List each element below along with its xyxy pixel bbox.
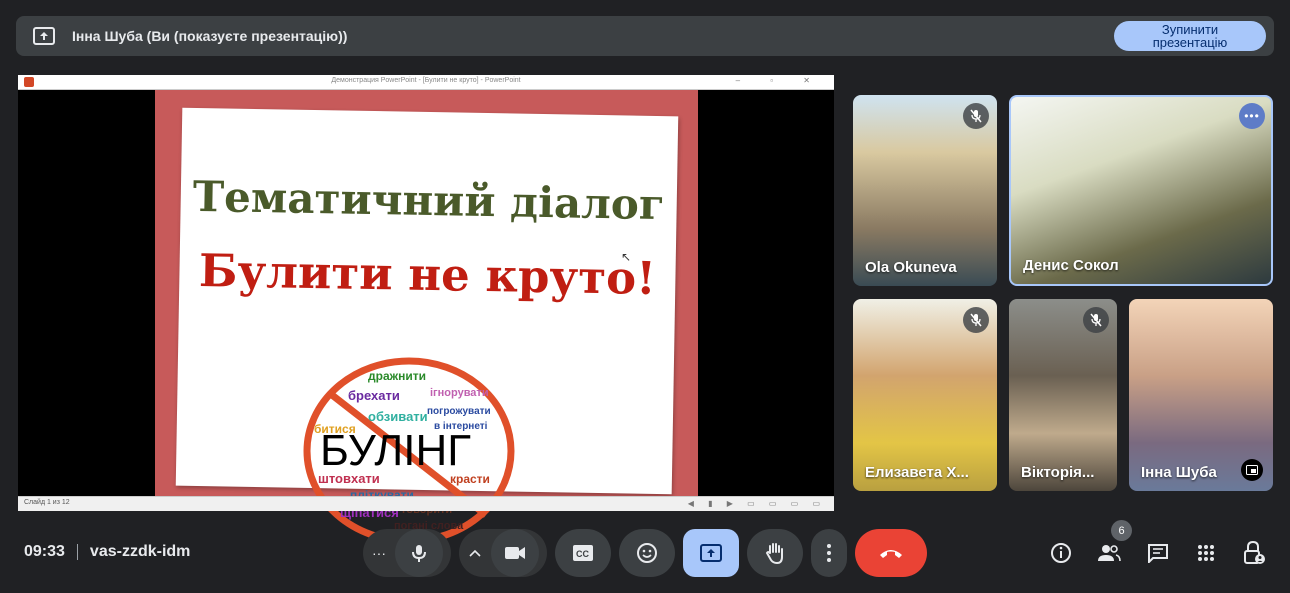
- presenting-screen-icon: [1241, 459, 1263, 481]
- presenting-label: Інна Шуба (Ви (показуєте презентацію)): [72, 28, 348, 44]
- word-5: обзивати: [368, 409, 428, 424]
- participant-count-badge: 6: [1111, 520, 1132, 541]
- participant-name: Вікторія...: [1021, 464, 1095, 481]
- emoji-button[interactable]: [619, 529, 675, 577]
- info-icon: [1051, 543, 1071, 563]
- audio-options-button[interactable]: ···: [363, 529, 395, 577]
- participant-name: Елизавета Х...: [865, 464, 969, 481]
- apps-grid-icon: [1198, 545, 1214, 561]
- microphone-icon: [412, 545, 426, 562]
- word-3: ігнорувати: [430, 387, 489, 399]
- camera-icon: [505, 547, 525, 559]
- participant-name: Денис Сокол: [1023, 257, 1119, 274]
- window-title: Демонстрация PowerPoint - [Булити не кру…: [331, 77, 521, 84]
- lock-person-icon: [1244, 541, 1265, 564]
- participant-tile-active[interactable]: ••• Денис Сокол: [1009, 95, 1273, 286]
- clock: 09:33: [24, 543, 65, 560]
- participant-name: Інна Шуба: [1141, 464, 1217, 481]
- more-vert-icon: [827, 544, 831, 562]
- chat-icon: [1148, 544, 1168, 563]
- stop-presenting-button[interactable]: Зупинити презентацію: [1114, 21, 1266, 51]
- slide-title-line1: Тематичний діалог: [192, 171, 666, 230]
- shared-screen: Демонстрация PowerPoint - [Булити не кру…: [18, 75, 834, 545]
- participant-tile[interactable]: Елизавета Х...: [853, 299, 997, 491]
- call-end-icon: [880, 550, 902, 558]
- participant-tile[interactable]: Вікторія...: [1009, 299, 1117, 491]
- presenting-banner: Інна Шуба (Ви (показуєте презентацію)) З…: [16, 16, 1274, 56]
- chevron-up-icon: [469, 549, 481, 557]
- closed-captions-icon: CC: [573, 545, 593, 561]
- more-options-icon[interactable]: •••: [1239, 103, 1265, 129]
- slideshow-controls[interactable]: ◀ ▮ ▶ ▭ ▭ ▭ ▭: [688, 499, 826, 508]
- meeting-code: vas-zzdk-idm: [89, 543, 191, 560]
- bullying-stop-sign: дражнити брехати ігнорувати погрожувати …: [303, 357, 515, 545]
- video-control-group: [459, 529, 547, 577]
- powerpoint-statusbar: Слайд 1 из 12 ◀ ▮ ▶ ▭ ▭ ▭ ▭: [18, 496, 834, 511]
- divider: [76, 544, 78, 560]
- word-1: дражнити: [368, 369, 426, 383]
- present-button[interactable]: [683, 529, 739, 577]
- activities-button[interactable]: [1194, 541, 1218, 565]
- present-to-all-icon: [32, 24, 56, 48]
- window-controls: – ▫ ✕: [735, 76, 824, 85]
- participant-tile[interactable]: Ola Okuneva: [853, 95, 997, 286]
- microphone-button[interactable]: [395, 529, 443, 577]
- emoji-icon: [637, 543, 657, 563]
- hand-icon: [765, 543, 783, 564]
- mic-off-icon: [963, 103, 989, 129]
- word-9: красти: [450, 472, 490, 486]
- word-8: штовхати: [318, 471, 380, 486]
- raise-hand-button[interactable]: [747, 529, 803, 577]
- powerpoint-titlebar: Демонстрация PowerPoint - [Булити не кру…: [18, 75, 834, 90]
- audio-control-group: ···: [363, 529, 451, 577]
- meeting-info-button[interactable]: [1049, 541, 1073, 565]
- chat-button[interactable]: [1146, 541, 1170, 565]
- center-word: БУЛІНГ: [320, 426, 471, 475]
- present-to-all-icon: [700, 544, 722, 562]
- svg-text:CC: CC: [576, 549, 589, 559]
- word-4: погрожувати: [427, 406, 491, 417]
- mic-off-icon: [1083, 307, 1109, 333]
- mic-off-icon: [963, 307, 989, 333]
- more-options-button[interactable]: [811, 529, 847, 577]
- camera-button[interactable]: [491, 529, 539, 577]
- people-button[interactable]: [1097, 541, 1121, 565]
- word-2: брехати: [348, 388, 400, 403]
- meeting-details: 09:33 vas-zzdk-idm: [24, 543, 190, 561]
- people-icon: [1098, 545, 1121, 562]
- slide-title-line2: Булити не круто!: [198, 244, 657, 305]
- mouse-cursor-icon: ↖: [621, 250, 632, 264]
- host-controls-button[interactable]: [1242, 541, 1266, 565]
- participant-tile-self[interactable]: Інна Шуба: [1129, 299, 1273, 491]
- leave-call-button[interactable]: [855, 529, 927, 577]
- captions-button[interactable]: CC: [555, 529, 611, 577]
- video-options-button[interactable]: [459, 529, 491, 577]
- slide-counter: Слайд 1 из 12: [24, 499, 70, 506]
- participant-name: Ola Okuneva: [865, 259, 957, 276]
